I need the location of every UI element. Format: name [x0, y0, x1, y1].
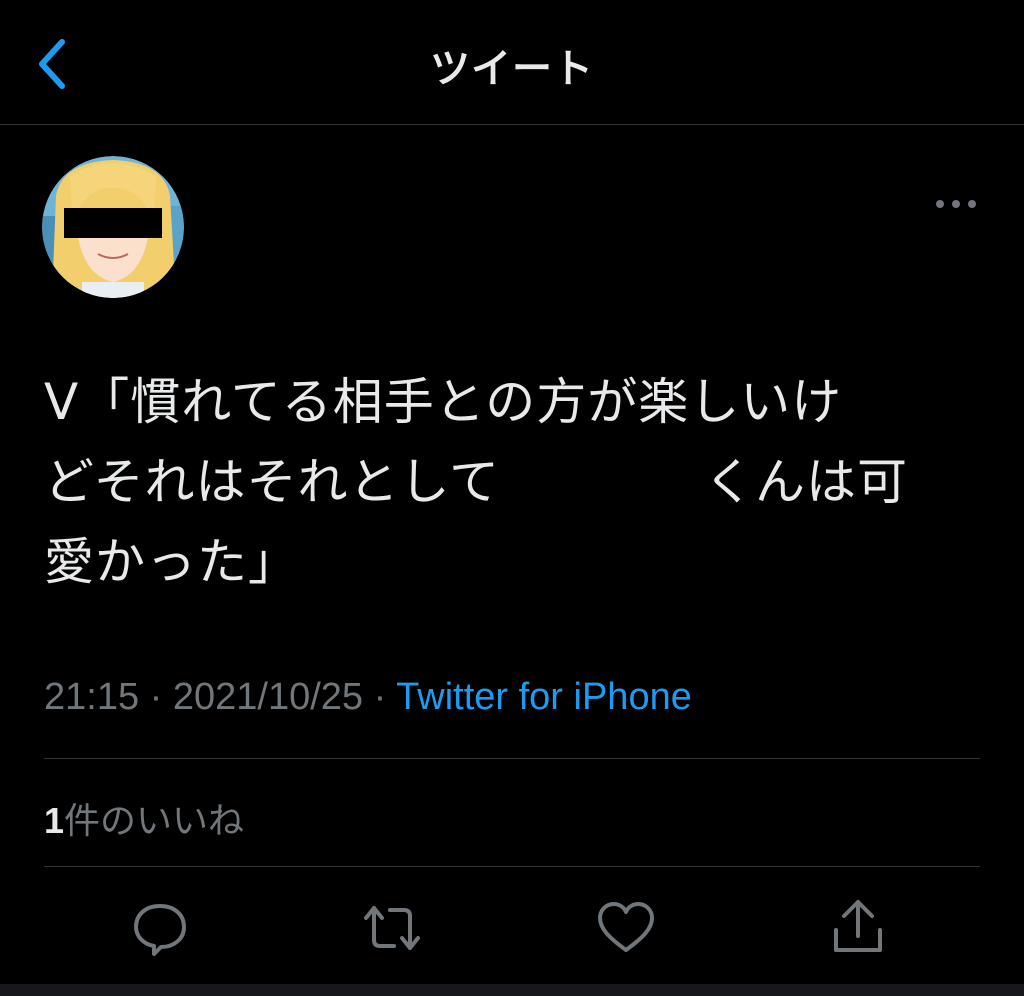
likes-label: 件のいいね: [64, 801, 245, 842]
reply-icon: [134, 904, 186, 956]
retweet-icon: [364, 906, 420, 950]
avatar[interactable]: [42, 156, 184, 298]
bottom-edge: [0, 984, 1024, 996]
navigation-bar: ツイート: [0, 0, 1024, 125]
meta-separator: ·: [363, 676, 397, 718]
tweet-meta: 21:15 · 2021/10/25 · Twitter for iPhone: [44, 676, 692, 719]
like-button[interactable]: [594, 896, 658, 960]
divider: [44, 758, 980, 759]
tweet-text-line: V「慣れてる相手との方が楽しいけ: [44, 373, 843, 431]
more-options-button[interactable]: [930, 188, 982, 220]
heart-icon: [598, 902, 654, 952]
more-icon: [936, 200, 976, 208]
likes-number: 1: [44, 800, 65, 841]
meta-separator: ·: [139, 676, 173, 718]
page-title: ツイート: [430, 46, 594, 92]
share-icon: [834, 900, 882, 952]
tweet-text-line: どそれはそれとして くんは可: [44, 453, 908, 511]
reply-button[interactable]: [128, 896, 192, 960]
tweet-date: 2021/10/25: [172, 676, 364, 718]
tweet-time: 21:15: [44, 676, 140, 718]
avatar-image: [42, 156, 184, 298]
likes-count[interactable]: 1件のいいね: [44, 792, 244, 844]
tweet-source-link[interactable]: Twitter for iPhone: [396, 676, 692, 718]
retweet-button[interactable]: [360, 896, 424, 960]
tweet-text: V「慣れてる相手との方が楽しいけどそれはそれとして くんは可 愛かった」: [44, 362, 964, 602]
divider: [44, 866, 980, 867]
share-button[interactable]: [826, 896, 890, 960]
tweet-text-line: 愛かった」: [44, 533, 299, 591]
